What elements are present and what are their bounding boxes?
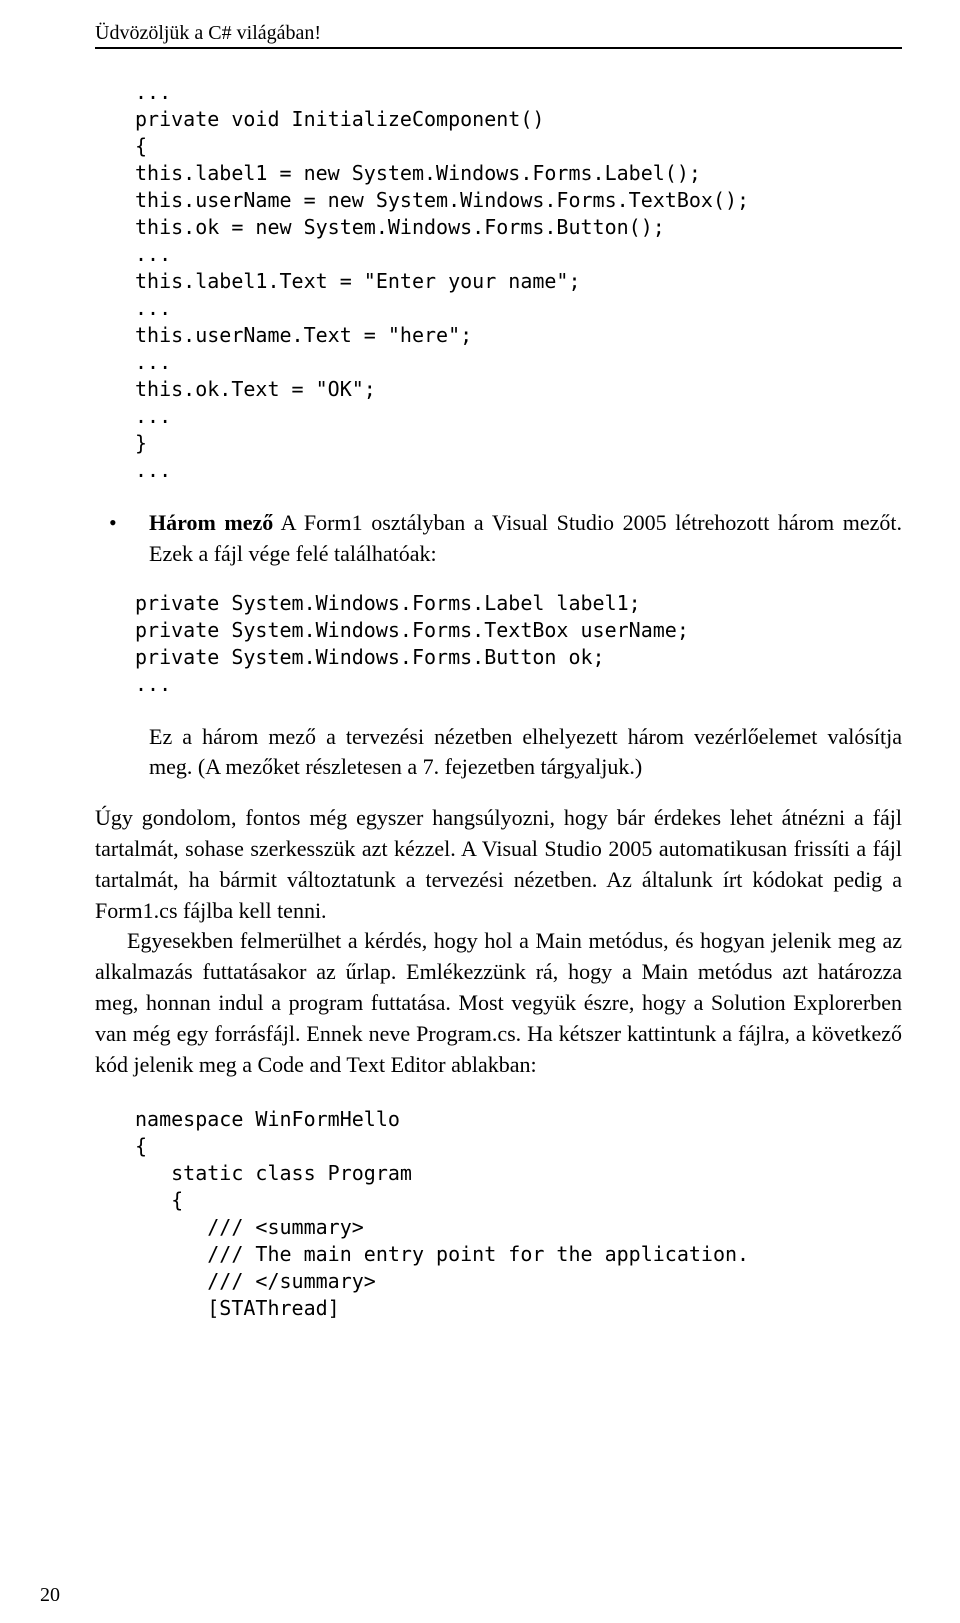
bullet-strong: Három mező xyxy=(149,510,273,535)
header-rule xyxy=(95,47,902,49)
page: Üdvözöljük a C# világában! ... private v… xyxy=(0,0,960,1623)
paragraph-1: Úgy gondolom, fontos még egyszer hangsúl… xyxy=(95,803,902,926)
paragraph-2: Egyesekben felmerülhet a kérdés, hogy ho… xyxy=(95,926,902,1080)
bullet-marker: • xyxy=(95,508,149,539)
bullet-item-1: • Három mező A Form1 osztályban a Visual… xyxy=(95,508,902,570)
code-block-1: ... private void InitializeComponent() {… xyxy=(135,79,902,484)
running-header: Üdvözöljük a C# világában! xyxy=(95,22,902,45)
bullet-text: Három mező A Form1 osztályban a Visual S… xyxy=(149,508,902,570)
page-number: 20 xyxy=(40,1584,60,1607)
bullet-text-2: Ez a három mező a tervezési nézetben elh… xyxy=(149,722,902,784)
code-block-2: private System.Windows.Forms.Label label… xyxy=(135,590,902,698)
code-block-3: namespace WinFormHello { static class Pr… xyxy=(135,1106,902,1322)
bullet-item-1b: Ez a három mező a tervezési nézetben elh… xyxy=(95,722,902,784)
body-paragraphs: Úgy gondolom, fontos még egyszer hangsúl… xyxy=(95,803,902,1080)
